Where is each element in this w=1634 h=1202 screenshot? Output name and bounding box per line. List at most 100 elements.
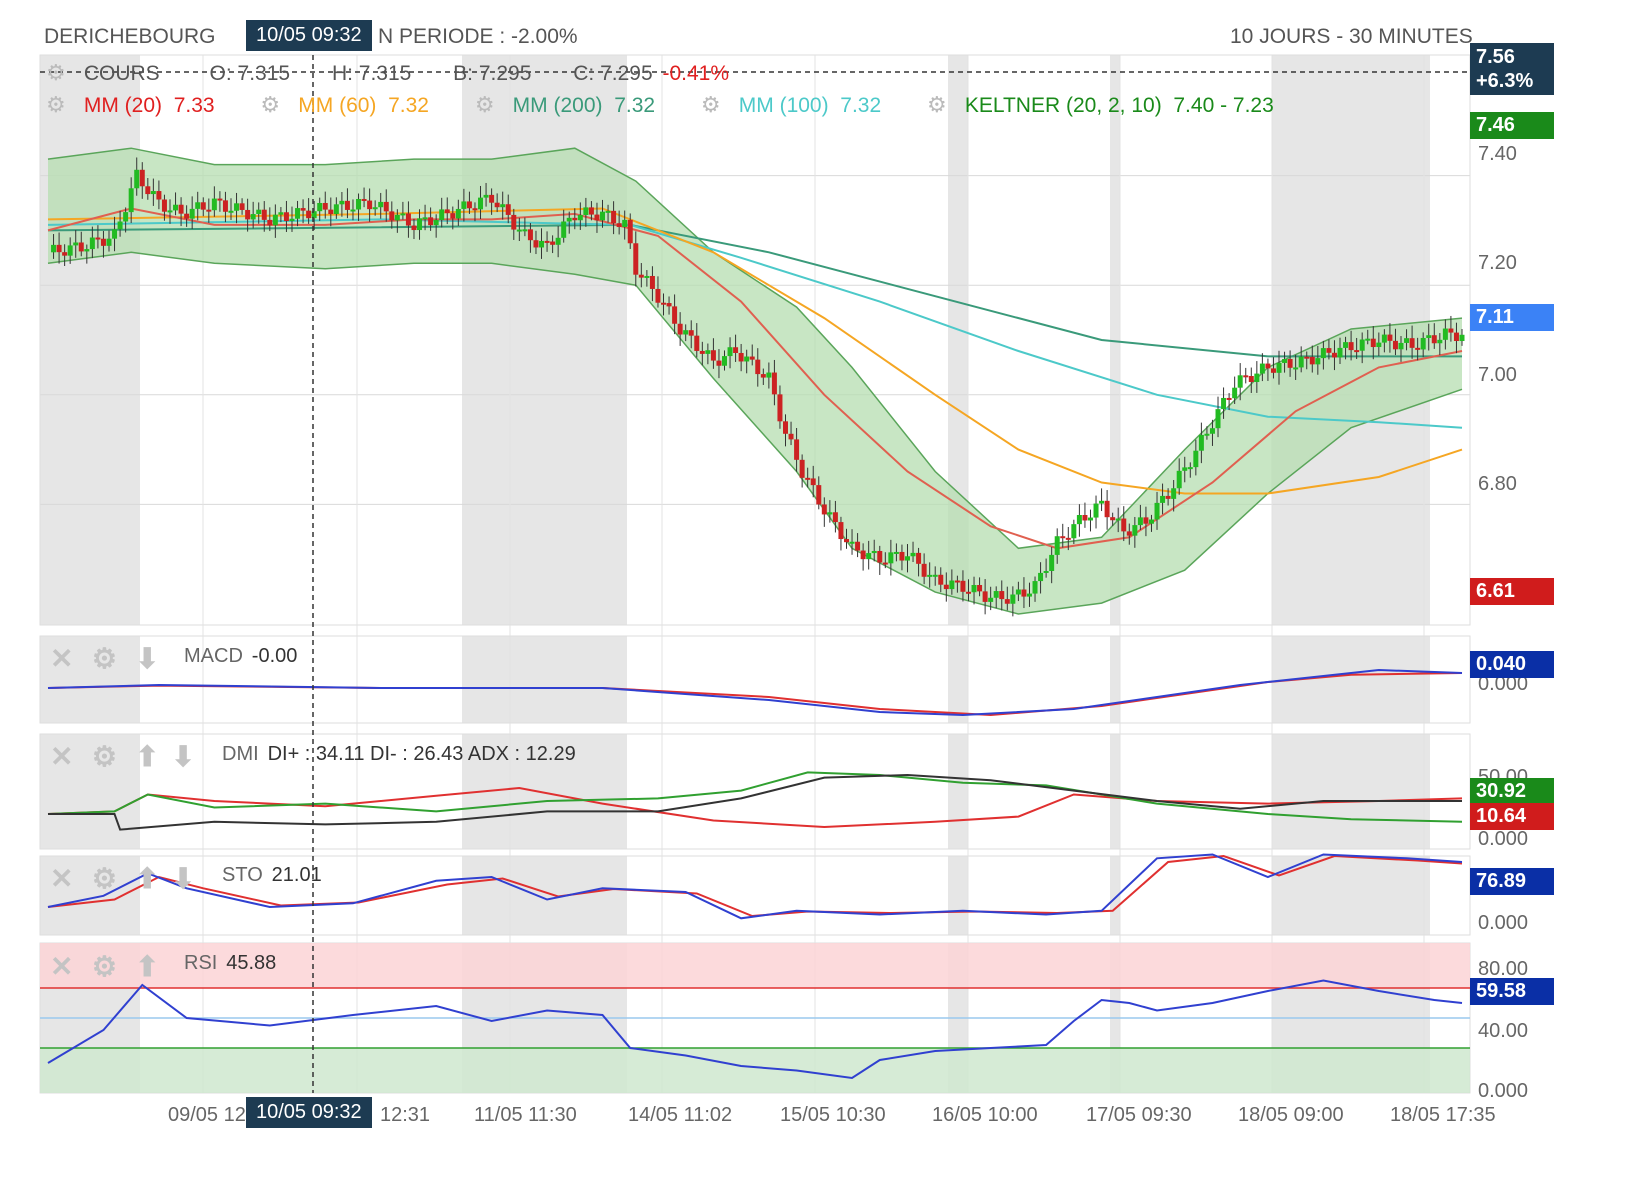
overlay-mm20[interactable]: MM (20) 7.33 — [84, 94, 215, 117]
candle-body — [450, 213, 456, 219]
close-icon[interactable]: ✕ — [50, 951, 73, 982]
candle-body — [782, 421, 788, 434]
candle-body — [733, 347, 739, 353]
arrow-down-icon[interactable]: ⬇ — [135, 643, 158, 674]
candle-body — [627, 219, 633, 244]
candle-body — [788, 433, 794, 440]
session-shade — [1272, 734, 1430, 849]
arrow-up-icon[interactable]: ⬆ — [135, 951, 158, 982]
candle-body — [400, 213, 406, 216]
candle-body — [1309, 356, 1315, 365]
candle-body — [904, 556, 910, 561]
candle-body — [278, 212, 284, 215]
candle-body — [128, 188, 134, 213]
candle-body — [622, 219, 628, 228]
candle-body — [661, 302, 667, 305]
candle-body — [1015, 589, 1021, 595]
close-icon[interactable]: ✕ — [50, 741, 73, 772]
candle-body — [455, 208, 461, 219]
candle-body — [577, 215, 583, 221]
open-value: O: 7.315 — [209, 62, 291, 85]
candle-body — [206, 209, 212, 212]
close-icon[interactable]: ✕ — [50, 863, 73, 894]
candle-body — [1160, 495, 1166, 503]
candle-body — [655, 288, 661, 303]
session-shade — [1272, 856, 1430, 935]
candle-body — [1043, 570, 1049, 573]
overlay-mm200[interactable]: MM (200) 7.32 — [513, 94, 655, 117]
candle-body — [1415, 347, 1421, 350]
gear-icon[interactable]: ⚙ — [46, 62, 66, 84]
candle-body — [805, 477, 811, 480]
candle-body — [95, 237, 101, 240]
candle-body — [361, 198, 367, 201]
candle-body — [1453, 332, 1459, 342]
candle-body — [1004, 599, 1010, 604]
candle-body — [882, 562, 888, 565]
top-price-badge: 7.56 +6.3% — [1470, 43, 1554, 95]
candle-body — [1176, 470, 1182, 489]
candle-body — [89, 237, 95, 250]
candle-body — [189, 208, 195, 219]
cours-row: ⚙ COURS O: 7.315 H: 7.315 B: 7.295 C: 7.… — [46, 62, 729, 86]
dmi-legend: DMI DI+ : 34.11 DI- : 26.43 ADX : 12.29 — [222, 743, 576, 765]
dmi-lines — [47, 771, 1463, 831]
candle-body — [1409, 338, 1415, 348]
candle-body — [705, 350, 711, 354]
candle-body — [1426, 335, 1432, 338]
dmi-plus-badge: 30.92 — [1470, 778, 1554, 805]
candle-body — [965, 591, 971, 594]
overlay-mm100[interactable]: MM (100) 7.32 — [739, 94, 881, 117]
candle-body — [195, 202, 201, 209]
candle-body — [855, 541, 861, 551]
candle-body — [1282, 359, 1288, 363]
gear-icon[interactable]: ⚙ — [927, 94, 947, 116]
gear-icon[interactable]: ⚙ — [92, 951, 117, 982]
arrow-up-icon[interactable]: ⬆ — [135, 741, 158, 772]
candle-body — [1459, 334, 1465, 342]
close-value: C: 7.295 — [573, 62, 653, 85]
arrow-down-icon[interactable]: ⬇ — [171, 863, 194, 894]
candle-body — [1337, 347, 1343, 358]
candle-body — [522, 229, 528, 232]
close-icon[interactable]: ✕ — [50, 643, 73, 674]
candle-body — [1115, 518, 1121, 521]
gear-icon[interactable]: ⚙ — [92, 741, 117, 772]
candle-body — [960, 580, 966, 592]
chart-svg[interactable] — [0, 0, 1634, 1202]
candle-body — [760, 374, 766, 378]
candle-body — [1448, 328, 1454, 333]
candle-body — [843, 539, 849, 543]
candle-body — [178, 204, 184, 214]
overlay-mm60[interactable]: MM (60) 7.32 — [298, 94, 429, 117]
candle-body — [1387, 334, 1393, 341]
candle-body — [1381, 334, 1387, 343]
y-tick-label: 7.40 — [1478, 143, 1517, 165]
candle-body — [1354, 350, 1360, 353]
gear-icon[interactable]: ⚙ — [260, 94, 280, 116]
candle-body — [472, 208, 478, 211]
gear-icon[interactable]: ⚙ — [46, 94, 66, 116]
arrow-up-icon[interactable]: ⬆ — [135, 863, 158, 894]
cursor-time-badge-bottom: 10/05 09:32 — [246, 1097, 372, 1128]
sto-badge: 76.89 — [1470, 868, 1554, 895]
rsi-controls: ✕ ⚙ ⬆ — [50, 950, 159, 983]
candle-body — [1171, 488, 1177, 499]
gear-icon[interactable]: ⚙ — [475, 94, 495, 116]
candle-body — [611, 210, 617, 224]
candle-body — [1076, 515, 1082, 525]
candle-body — [794, 439, 800, 460]
candle-body — [1243, 375, 1249, 378]
gear-icon[interactable]: ⚙ — [92, 643, 117, 674]
candle-body — [1259, 363, 1265, 374]
candle-body — [295, 208, 301, 219]
candle-body — [594, 214, 600, 221]
overlay-keltner[interactable]: KELTNER (20, 2, 10) 7.40 - 7.23 — [965, 94, 1274, 117]
gear-icon[interactable]: ⚙ — [92, 863, 117, 894]
y-tick-label: 7.00 — [1478, 364, 1517, 386]
candle-body — [1298, 356, 1304, 368]
gear-icon[interactable]: ⚙ — [701, 94, 721, 116]
candle-body — [222, 200, 228, 212]
arrow-down-icon[interactable]: ⬇ — [171, 741, 194, 772]
candle-body — [1420, 337, 1426, 350]
